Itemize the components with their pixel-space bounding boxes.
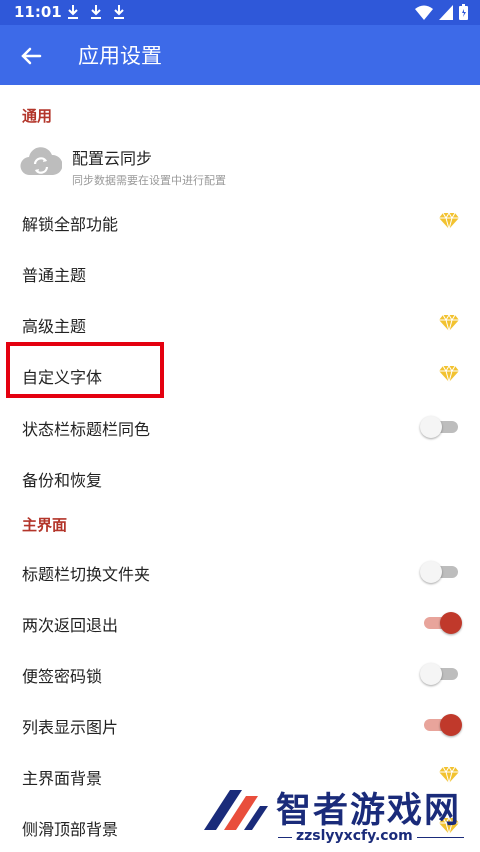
section-header-main: 主界面 (22, 516, 68, 534)
download-icon (114, 5, 124, 19)
watermark-title: 智者游戏网 (276, 791, 462, 831)
back-arrow-icon[interactable] (18, 43, 44, 69)
setting-titlebar-switch-folder[interactable]: 标题栏切换文件夹 (0, 555, 480, 587)
toggle-switch[interactable] (422, 713, 462, 736)
setting-list-show-images[interactable]: 列表显示图片 (0, 708, 480, 740)
cloud-sync-row[interactable]: 配置云同步 同步数据需要在设置中进行配置 (0, 135, 480, 195)
watermark-logo (204, 790, 268, 830)
download-icon (91, 5, 101, 19)
setting-label: 备份和恢复 (22, 471, 103, 490)
setting-backup-restore[interactable]: 备份和恢复 (0, 461, 480, 493)
toggle-switch[interactable] (420, 560, 460, 583)
premium-diamond-icon (439, 365, 459, 383)
battery-icon (459, 4, 468, 20)
cloud-sync-icon (20, 147, 62, 176)
setting-label: 高级主题 (22, 317, 87, 336)
toggle-switch[interactable] (422, 611, 462, 634)
setting-note-password-lock[interactable]: 便签密码锁 (0, 657, 480, 689)
setting-label: 两次返回退出 (22, 616, 119, 635)
highlight-box (6, 342, 164, 398)
signal-icon (439, 4, 453, 20)
setting-normal-theme[interactable]: 普通主题 (0, 256, 480, 288)
toggle-switch[interactable] (420, 415, 460, 438)
setting-statusbar-same-color[interactable]: 状态栏标题栏同色 (0, 410, 480, 442)
toggle-switch[interactable] (420, 662, 460, 685)
setting-double-back-exit[interactable]: 两次返回退出 (0, 606, 480, 638)
premium-diamond-icon (439, 212, 459, 230)
setting-label: 标题栏切换文件夹 (22, 565, 151, 584)
section-header-general: 通用 (22, 107, 53, 125)
cloud-sync-title: 配置云同步 (72, 149, 153, 168)
system-icons (415, 4, 468, 20)
premium-diamond-icon (439, 314, 459, 332)
wifi-icon (415, 5, 433, 20)
setting-advanced-theme[interactable]: 高级主题 (0, 307, 480, 339)
status-time: 11:01 (14, 3, 62, 21)
download-icon (68, 5, 78, 19)
watermark: 智者游戏网 zzslyyxcfy.com (200, 780, 480, 852)
cloud-sync-subtitle: 同步数据需要在设置中进行配置 (72, 174, 226, 187)
setting-label: 侧滑顶部背景 (22, 820, 119, 839)
watermark-url: zzslyyxcfy.com (292, 828, 417, 844)
page-title: 应用设置 (78, 44, 162, 68)
setting-label: 便签密码锁 (22, 667, 103, 686)
status-bar: 11:01 (0, 0, 480, 25)
setting-label: 普通主题 (22, 266, 87, 285)
setting-label: 列表显示图片 (22, 718, 119, 737)
app-bar: 应用设置 (0, 25, 480, 85)
setting-unlock-all[interactable]: 解锁全部功能 (0, 205, 480, 237)
setting-label: 解锁全部功能 (22, 215, 119, 234)
setting-label: 主界面背景 (22, 769, 103, 788)
setting-label: 状态栏标题栏同色 (22, 420, 151, 439)
